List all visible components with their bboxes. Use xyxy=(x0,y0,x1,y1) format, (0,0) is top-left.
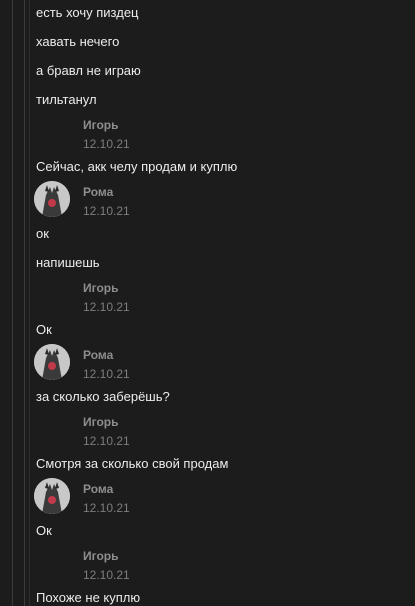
chat-log: есть хочу пиздец хавать нечего а бравл н… xyxy=(0,0,415,606)
message-text: Ок xyxy=(36,523,52,538)
author-name[interactable]: Игорь xyxy=(83,415,119,429)
message-text: есть хочу пиздец xyxy=(36,5,139,20)
message-header: Рома 12.10.21 xyxy=(0,344,415,388)
message-text: Ок xyxy=(36,322,52,337)
message-header: Игорь 12.10.21 xyxy=(0,118,415,158)
avatar-image-icon xyxy=(34,181,70,217)
message-text: напишешь xyxy=(36,255,100,270)
message-text: хавать нечего xyxy=(36,34,120,49)
message-text: а бравл не играю xyxy=(36,63,141,78)
author-name[interactable]: Рома xyxy=(83,348,113,362)
author-name[interactable]: Игорь xyxy=(83,549,119,563)
avatar[interactable] xyxy=(34,181,70,217)
message-date: 12.10.21 xyxy=(83,300,130,314)
message-header: Игорь 12.10.21 xyxy=(0,281,415,321)
message-header: Игорь 12.10.21 xyxy=(0,549,415,589)
message-text: Похоже не куплю xyxy=(36,590,141,605)
message-text: ок xyxy=(36,226,49,241)
avatar-image-icon xyxy=(34,344,70,380)
message-date: 12.10.21 xyxy=(83,568,130,582)
avatar[interactable] xyxy=(34,478,70,514)
author-name[interactable]: Рома xyxy=(83,185,113,199)
message-header: Игорь 12.10.21 xyxy=(0,415,415,455)
message-date: 12.10.21 xyxy=(83,137,130,151)
message-text: тильтанул xyxy=(36,92,97,107)
message-date: 12.10.21 xyxy=(83,434,130,448)
message-header: Рома 12.10.21 xyxy=(0,181,415,225)
avatar-image-icon xyxy=(34,478,70,514)
author-name[interactable]: Игорь xyxy=(83,118,119,132)
author-name[interactable]: Игорь xyxy=(83,281,119,295)
avatar[interactable] xyxy=(34,344,70,380)
message-date: 12.10.21 xyxy=(83,367,130,381)
message-date: 12.10.21 xyxy=(83,204,130,218)
message-date: 12.10.21 xyxy=(83,501,130,515)
message-text: Сейчас, акк челу продам и куплю xyxy=(36,159,238,174)
message-header: Рома 12.10.21 xyxy=(0,478,415,522)
message-text: Смотря за сколько свой продам xyxy=(36,456,229,471)
message-text: за сколько заберёшь? xyxy=(36,389,170,404)
author-name[interactable]: Рома xyxy=(83,482,113,496)
